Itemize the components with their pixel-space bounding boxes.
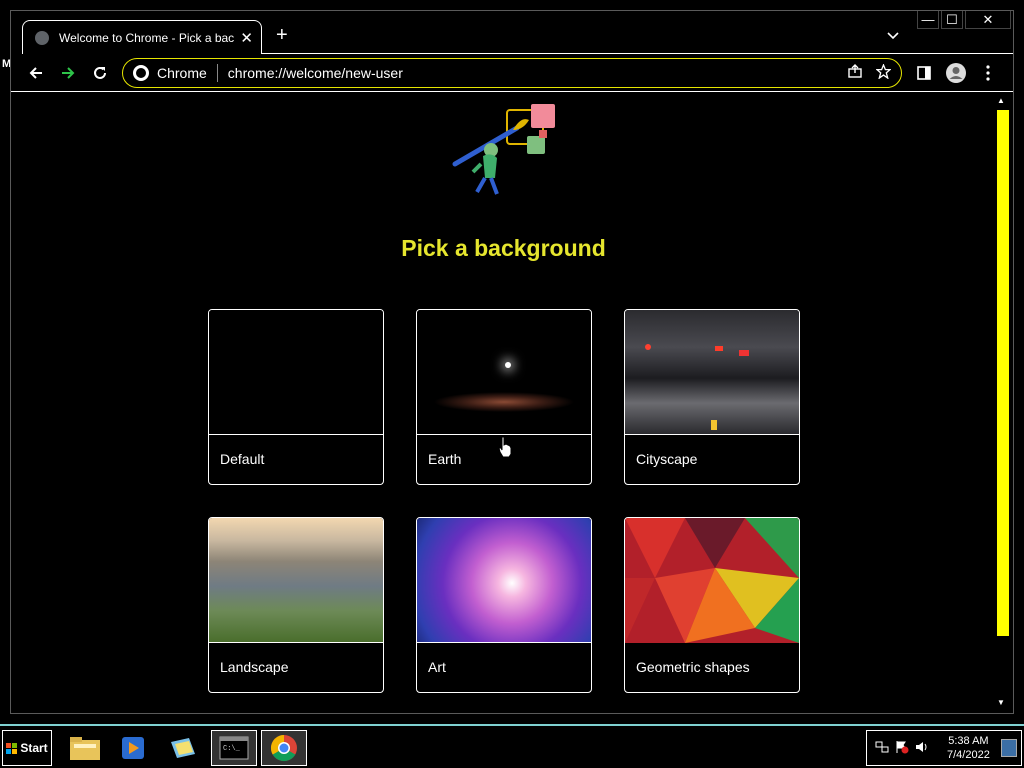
close-window-button[interactable]: ✕ bbox=[965, 11, 1011, 29]
background-label: Art bbox=[428, 659, 446, 675]
background-label: Default bbox=[220, 451, 265, 467]
clock-date: 7/4/2022 bbox=[947, 749, 990, 761]
background-preview bbox=[209, 310, 383, 435]
side-panel-button[interactable] bbox=[912, 61, 936, 85]
background-card-cityscape[interactable]: Cityscape bbox=[624, 309, 800, 485]
tab-strip-divider bbox=[262, 53, 1013, 54]
background-label: Cityscape bbox=[636, 451, 698, 467]
background-card-geometric-shapes[interactable]: Geometric shapes bbox=[624, 517, 800, 693]
volume-icon[interactable] bbox=[915, 740, 929, 757]
clock-time: 5:38 AM bbox=[948, 735, 989, 747]
background-card-landscape[interactable]: Landscape bbox=[208, 517, 384, 693]
start-button[interactable]: Start bbox=[2, 730, 52, 766]
tab-search-chevron-icon[interactable] bbox=[887, 27, 899, 43]
svg-text:C:\_: C:\_ bbox=[223, 745, 241, 753]
background-preview bbox=[417, 310, 591, 435]
background-card-default[interactable]: Default bbox=[208, 309, 384, 485]
scroll-up-arrow-icon[interactable]: ▲ bbox=[997, 96, 1005, 105]
show-desktop-button[interactable] bbox=[1001, 739, 1017, 757]
chrome-logo-icon bbox=[133, 65, 149, 81]
globe-icon bbox=[35, 30, 49, 45]
url-text[interactable]: chrome://welcome/new-user bbox=[228, 65, 403, 81]
scrollbar-thumb[interactable] bbox=[997, 110, 1009, 636]
command-prompt-icon[interactable]: C:\_ bbox=[211, 730, 257, 766]
avatar-icon bbox=[946, 63, 966, 83]
back-arrow-icon bbox=[29, 67, 42, 79]
notes-app-icon[interactable] bbox=[160, 730, 206, 766]
tab-strip: Welcome to Chrome - Pick a background ✕ … bbox=[11, 11, 1013, 55]
background-card-earth[interactable]: Earth bbox=[416, 309, 592, 485]
background-preview bbox=[625, 310, 799, 435]
page-title: Pick a background bbox=[401, 235, 606, 261]
clock[interactable]: 5:38 AM 7/4/2022 bbox=[947, 734, 990, 762]
taskbar: Start C:\_ 5:38 AM 7/4/2022 bbox=[0, 724, 1024, 768]
system-tray: 5:38 AM 7/4/2022 bbox=[866, 730, 1022, 766]
background-preview bbox=[209, 518, 383, 643]
background-preview bbox=[625, 518, 799, 643]
side-panel-icon bbox=[917, 66, 931, 80]
new-tab-button[interactable]: + bbox=[276, 25, 288, 45]
background-label: Geometric shapes bbox=[636, 659, 750, 675]
share-icon[interactable] bbox=[848, 64, 862, 83]
back-button[interactable] bbox=[24, 61, 48, 85]
kebab-menu-icon bbox=[986, 65, 990, 81]
hand-cursor-icon bbox=[498, 436, 512, 458]
chrome-taskbar-icon[interactable] bbox=[261, 730, 307, 766]
page-content: Pick a background Default Earth Cityscap… bbox=[11, 92, 1013, 714]
forward-button[interactable] bbox=[56, 61, 80, 85]
bookmark-star-icon[interactable] bbox=[875, 63, 892, 83]
omnibox-divider bbox=[216, 64, 218, 82]
action-center-flag-icon[interactable] bbox=[895, 740, 909, 757]
background-card-art[interactable]: Art bbox=[416, 517, 592, 693]
reload-icon bbox=[94, 66, 106, 79]
address-bar[interactable]: Chrome chrome://welcome/new-user bbox=[122, 58, 902, 88]
tab-close-icon[interactable]: ✕ bbox=[240, 29, 253, 47]
background-label: Landscape bbox=[220, 659, 289, 675]
forward-arrow-icon bbox=[62, 67, 75, 79]
profile-button[interactable] bbox=[944, 61, 968, 85]
menu-button[interactable] bbox=[976, 61, 1000, 85]
omnibox-chip-label: Chrome bbox=[157, 65, 207, 81]
painter-illustration bbox=[451, 98, 561, 198]
tab-welcome[interactable]: Welcome to Chrome - Pick a background ✕ bbox=[22, 20, 262, 54]
chrome-window: Welcome to Chrome - Pick a background ✕ … bbox=[10, 10, 1014, 714]
tab-title: Welcome to Chrome - Pick a background bbox=[59, 30, 235, 45]
media-player-icon[interactable] bbox=[110, 730, 156, 766]
start-label: Start bbox=[20, 741, 48, 755]
background-label: Earth bbox=[428, 451, 462, 467]
file-explorer-icon[interactable] bbox=[62, 730, 108, 766]
scroll-down-arrow-icon[interactable]: ▼ bbox=[997, 698, 1005, 707]
minimize-button[interactable]: — bbox=[917, 11, 939, 29]
windows-logo-icon bbox=[6, 742, 18, 754]
network-icon[interactable] bbox=[875, 740, 889, 757]
background-preview bbox=[417, 518, 591, 643]
toolbar: Chrome chrome://welcome/new-user bbox=[11, 55, 1013, 91]
reload-button[interactable] bbox=[88, 61, 112, 85]
maximize-button[interactable]: ☐ bbox=[941, 11, 963, 29]
